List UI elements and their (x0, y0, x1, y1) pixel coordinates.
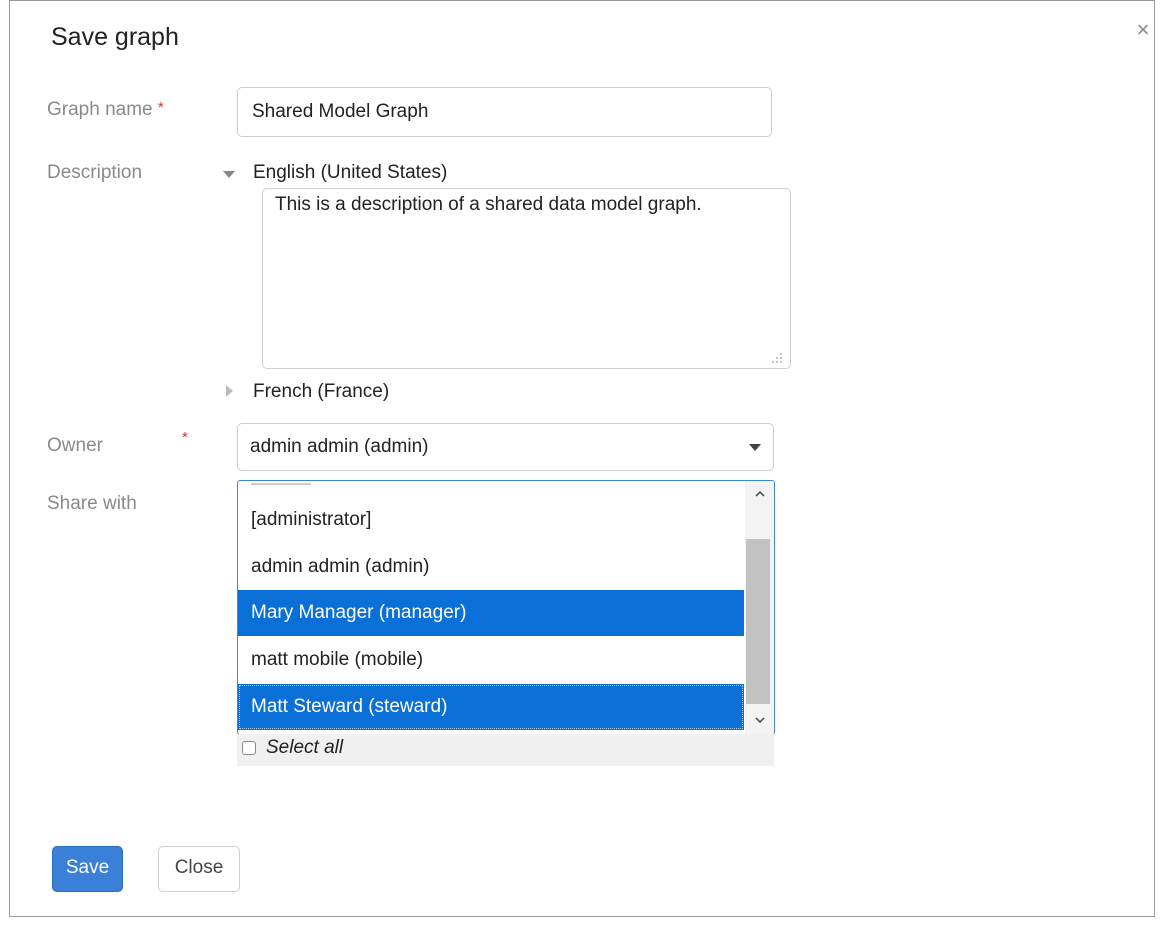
owner-select-value: admin admin (admin) (250, 436, 429, 457)
share-with-label: Share with (47, 493, 137, 514)
list-item-selected[interactable]: Mary Manager (manager) (238, 590, 744, 636)
triangle-down-icon (223, 171, 235, 178)
scrollbar-thumb[interactable] (746, 539, 770, 704)
list-item[interactable]: [administrator] (238, 497, 744, 543)
required-marker: * (182, 429, 188, 446)
dialog-title: Save graph (51, 23, 179, 51)
description-label: Description (47, 162, 143, 183)
graph-name-label-text: Graph name (47, 99, 153, 120)
chevron-down-icon (749, 444, 761, 451)
triangle-right-icon (226, 385, 233, 397)
close-button[interactable]: Close (158, 846, 240, 892)
close-icon[interactable]: × (1134, 19, 1152, 41)
chevron-down-icon[interactable] (745, 709, 774, 733)
language-name-english: English (United States) (253, 162, 448, 183)
language-name-french: French (France) (253, 381, 390, 402)
list-item-partial (251, 481, 311, 485)
graph-name-label: Graph name * (47, 99, 164, 121)
select-all-checkbox[interactable] (242, 741, 256, 755)
description-english-textarea[interactable]: This is a description of a shared data m… (262, 188, 791, 369)
list-item-selected[interactable]: Matt Steward (steward) (238, 684, 744, 730)
resize-grip-icon[interactable] (771, 352, 783, 364)
owner-required-marker: * (182, 429, 188, 451)
list-item[interactable]: admin admin (admin) (238, 544, 744, 590)
save-button[interactable]: Save (52, 846, 123, 892)
required-marker: * (157, 99, 164, 116)
graph-name-input[interactable] (237, 87, 772, 137)
share-with-listbox[interactable]: [administrator] admin admin (admin) Mary… (237, 480, 775, 735)
save-graph-dialog: × Save graph Graph name * Description En… (9, 0, 1155, 917)
owner-label: Owner (47, 435, 103, 456)
owner-select[interactable]: admin admin (admin) (237, 423, 774, 471)
select-all-label[interactable]: Select all (266, 737, 343, 759)
list-item[interactable]: matt mobile (mobile) (238, 637, 744, 683)
chevron-up-icon[interactable] (745, 483, 774, 507)
select-all-bar: Select all (237, 734, 774, 766)
